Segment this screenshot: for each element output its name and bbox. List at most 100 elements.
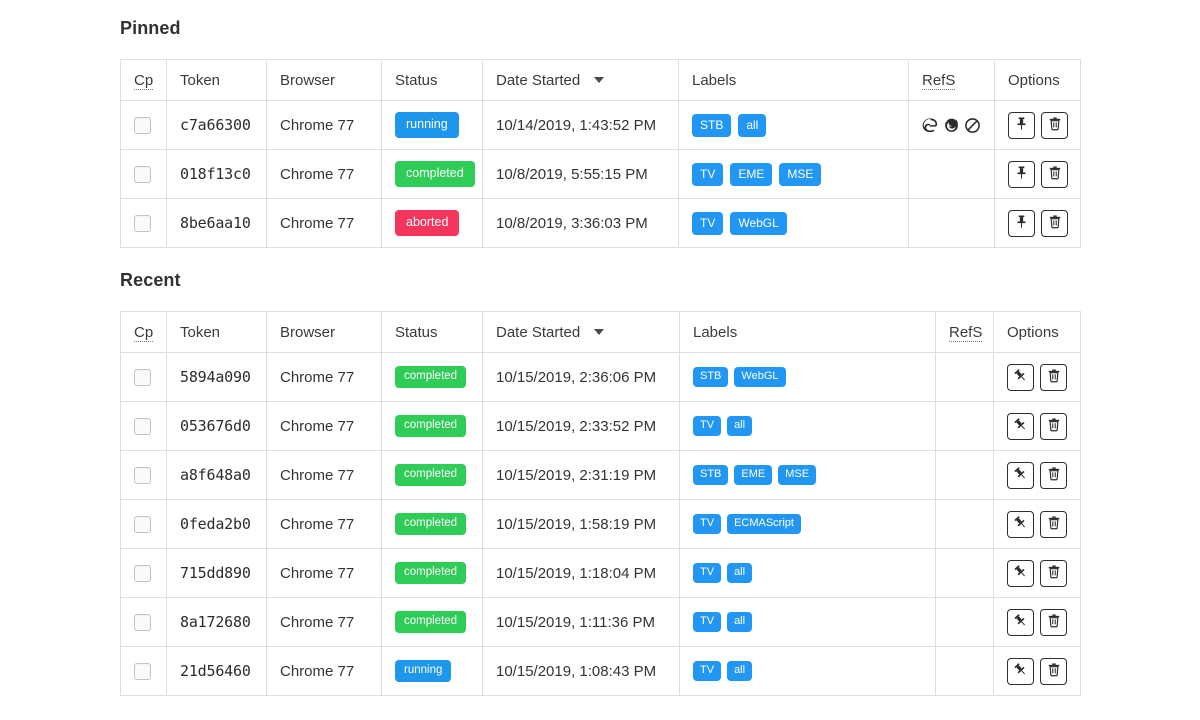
row-checkbox[interactable] xyxy=(134,515,151,533)
column-header-refs[interactable]: RefS xyxy=(935,311,994,353)
pin-button[interactable] xyxy=(1007,412,1034,440)
table-row[interactable]: a8f648a0 Chrome 77 completed 10/15/2019, 2:… xyxy=(120,450,1081,500)
label-badge[interactable]: STB xyxy=(693,367,729,387)
delete-button[interactable] xyxy=(1040,608,1067,636)
firefox-icon[interactable] xyxy=(943,117,960,134)
table-row[interactable]: 8a172680 Chrome 77 completed 10/15/2019, 1:… xyxy=(120,597,1081,647)
pin-button[interactable] xyxy=(1008,160,1035,188)
delete-button[interactable] xyxy=(1040,412,1067,440)
cell-token: 21d56460 xyxy=(166,646,267,696)
column-header-status[interactable]: Status xyxy=(381,311,483,353)
label-badge[interactable]: TV xyxy=(693,416,722,436)
column-header-cp[interactable]: Cp xyxy=(120,59,167,101)
label-badge[interactable]: WebGL xyxy=(734,367,786,387)
row-checkbox-cell[interactable] xyxy=(120,198,167,248)
label-badge[interactable]: TV xyxy=(693,563,722,583)
cell-status: completed xyxy=(381,401,483,451)
label-badge[interactable]: MSE xyxy=(778,465,817,485)
pin-button[interactable] xyxy=(1007,657,1034,685)
label-badge[interactable]: WebGL xyxy=(730,211,787,235)
cell-status: completed xyxy=(381,352,483,402)
row-checkbox-cell[interactable] xyxy=(120,499,167,549)
pin-button[interactable] xyxy=(1007,510,1034,538)
label-badge[interactable]: all xyxy=(727,661,753,681)
delete-button[interactable] xyxy=(1040,657,1067,685)
row-checkbox[interactable] xyxy=(134,466,151,484)
row-checkbox[interactable] xyxy=(134,368,151,386)
column-header-status[interactable]: Status xyxy=(381,59,483,101)
table-row[interactable]: 8be6aa10 Chrome 77 aborted 10/8/2019, 3:36:… xyxy=(120,198,1081,248)
row-checkbox[interactable] xyxy=(134,564,151,582)
pin-button[interactable] xyxy=(1008,111,1035,139)
row-checkbox[interactable] xyxy=(134,214,151,232)
label-badge[interactable]: TV xyxy=(693,514,722,534)
column-header-browser[interactable]: Browser xyxy=(266,311,382,353)
table-row[interactable]: 715dd890 Chrome 77 completed 10/15/2019, 1:… xyxy=(120,548,1081,598)
label-badge[interactable]: all xyxy=(727,416,753,436)
delete-button[interactable] xyxy=(1040,363,1067,391)
row-checkbox[interactable] xyxy=(134,417,151,435)
column-header-date-started[interactable]: Date Started xyxy=(482,59,679,101)
edge-icon[interactable] xyxy=(922,117,939,134)
delete-button[interactable] xyxy=(1040,510,1067,538)
column-header-date-started[interactable]: Date Started xyxy=(482,311,680,353)
row-checkbox[interactable] xyxy=(134,613,151,631)
pin-icon xyxy=(1014,165,1029,183)
table-row[interactable]: 0feda2b0 Chrome 77 completed 10/15/2019, 1:… xyxy=(120,499,1081,549)
label-badge[interactable]: all xyxy=(738,113,767,137)
label-badge[interactable]: MSE xyxy=(779,162,822,186)
sort-caret-down-icon[interactable] xyxy=(594,328,605,335)
delete-button[interactable] xyxy=(1041,160,1068,188)
row-checkbox[interactable] xyxy=(134,116,151,134)
cell-date-started: 10/15/2019, 2:36:06 PM xyxy=(482,352,680,402)
column-header-cp[interactable]: Cp xyxy=(120,311,167,353)
label-badge[interactable]: EME xyxy=(734,465,773,485)
table-row[interactable]: 053676d0 Chrome 77 completed 10/15/2019, 2:… xyxy=(120,401,1081,451)
delete-button[interactable] xyxy=(1041,111,1068,139)
ban-icon[interactable] xyxy=(964,117,981,134)
row-checkbox-cell[interactable] xyxy=(120,149,167,199)
label-badge[interactable]: TV xyxy=(692,211,724,235)
table-row[interactable]: 21d56460 Chrome 77 running 10/15/2019, 1:08… xyxy=(120,646,1081,696)
row-checkbox[interactable] xyxy=(134,662,151,680)
row-checkbox-cell[interactable] xyxy=(120,548,167,598)
row-checkbox-cell[interactable] xyxy=(120,352,167,402)
delete-button[interactable] xyxy=(1041,209,1068,237)
label-badge[interactable]: STB xyxy=(692,113,732,137)
row-checkbox-cell[interactable] xyxy=(120,597,167,647)
row-checkbox-cell[interactable] xyxy=(120,401,167,451)
row-checkbox-cell[interactable] xyxy=(120,450,167,500)
cell-date-started: 10/15/2019, 1:58:19 PM xyxy=(482,499,680,549)
label-badge[interactable]: all xyxy=(727,563,753,583)
row-checkbox-cell[interactable] xyxy=(120,646,167,696)
pin-button[interactable] xyxy=(1007,559,1034,587)
label-badge[interactable]: TV xyxy=(693,661,722,681)
pin-button[interactable] xyxy=(1007,608,1034,636)
row-checkbox[interactable] xyxy=(134,165,151,183)
table-row[interactable]: 018f13c0 Chrome 77 completed 10/8/2019, 5:5… xyxy=(120,149,1081,199)
table-row[interactable]: 5894a090 Chrome 77 completed 10/15/2019, 2:… xyxy=(120,352,1081,402)
label-badge[interactable]: TV xyxy=(692,162,724,186)
pin-button[interactable] xyxy=(1007,461,1034,489)
cell-token: 8be6aa10 xyxy=(166,198,267,248)
delete-button[interactable] xyxy=(1040,559,1067,587)
row-checkbox-cell[interactable] xyxy=(120,100,167,150)
column-header-browser[interactable]: Browser xyxy=(266,59,382,101)
date-started-value: 10/15/2019, 1:58:19 PM xyxy=(496,515,657,533)
pin-button[interactable] xyxy=(1008,209,1035,237)
cell-token: 053676d0 xyxy=(166,401,267,451)
label-badge[interactable]: TV xyxy=(693,612,722,632)
label-badge[interactable]: EME xyxy=(730,162,773,186)
label-badge[interactable]: ECMAScript xyxy=(727,514,801,534)
column-header-labels[interactable]: Labels xyxy=(678,59,909,101)
delete-button[interactable] xyxy=(1040,461,1067,489)
label-badge[interactable]: STB xyxy=(693,465,729,485)
sort-caret-down-icon[interactable] xyxy=(594,76,605,83)
table-row[interactable]: c7a66300 Chrome 77 running 10/14/2019, 1:43… xyxy=(120,100,1081,150)
pin-button[interactable] xyxy=(1007,363,1034,391)
column-header-token[interactable]: Token xyxy=(166,311,267,353)
label-badge[interactable]: all xyxy=(727,612,753,632)
column-header-token[interactable]: Token xyxy=(166,59,267,101)
column-header-labels[interactable]: Labels xyxy=(679,311,936,353)
column-header-refs[interactable]: RefS xyxy=(908,59,995,101)
